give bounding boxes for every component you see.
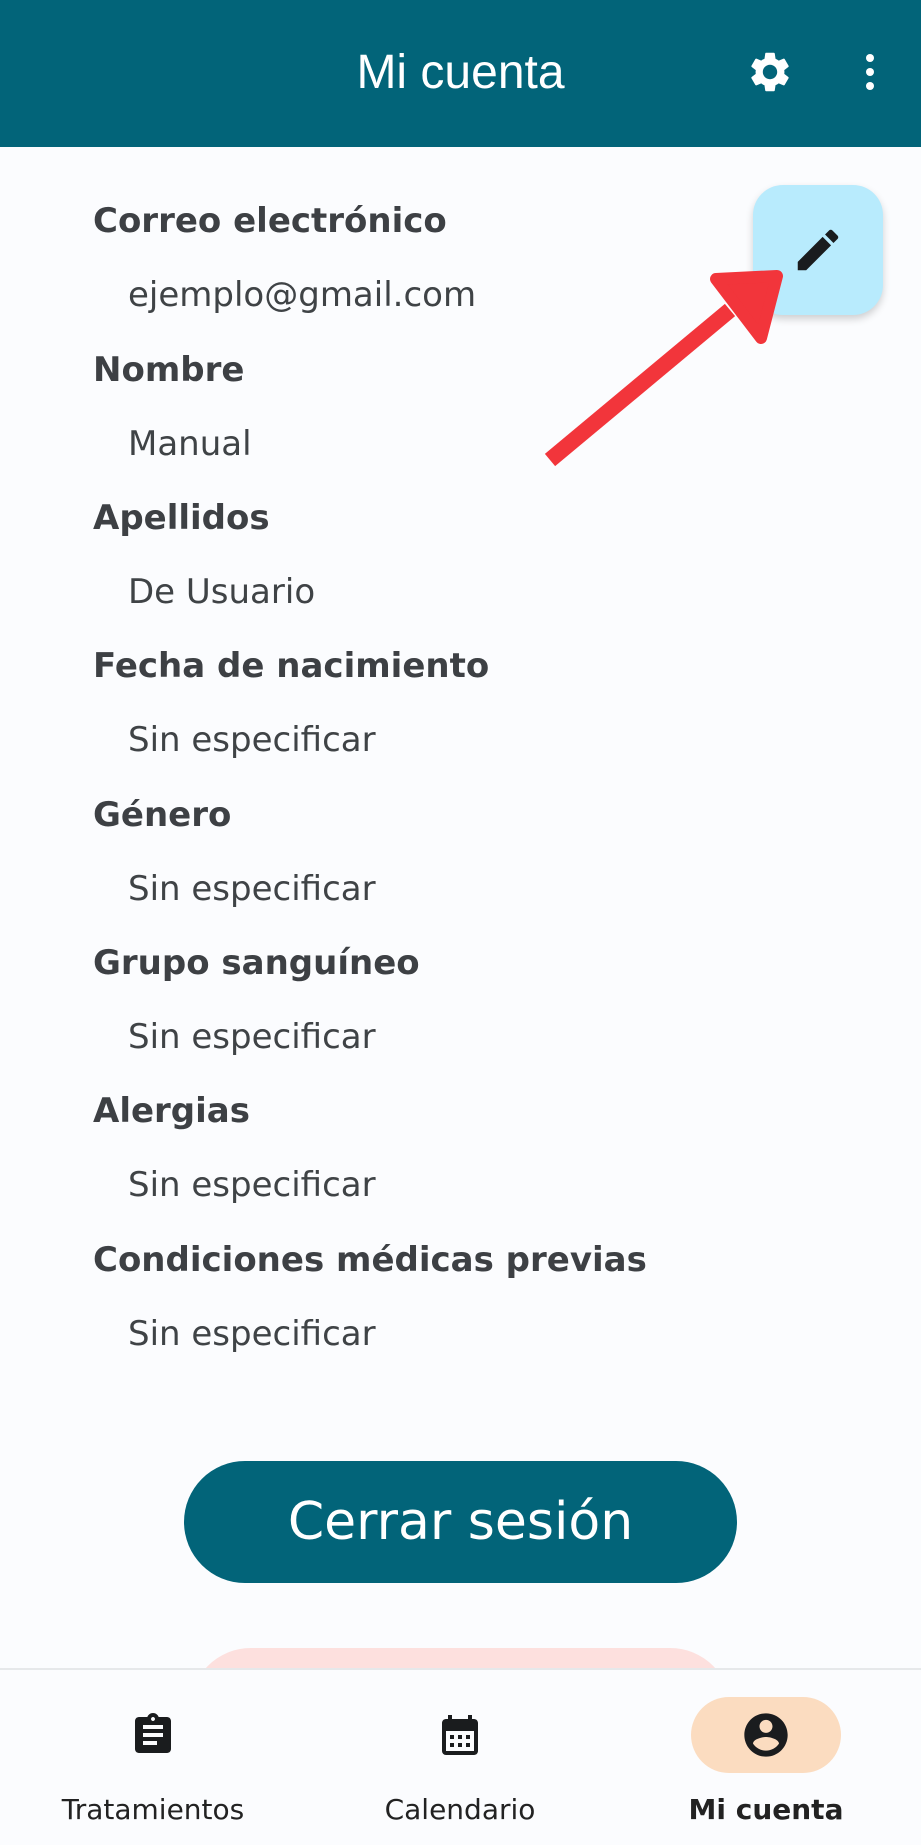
allergies-label: Alergias bbox=[93, 1091, 250, 1131]
surname-label: Apellidos bbox=[93, 498, 270, 538]
blood-type-value: Sin especificar bbox=[128, 1017, 376, 1057]
account-circle-icon bbox=[744, 1713, 788, 1757]
allergies-value: Sin especificar bbox=[128, 1165, 376, 1205]
more-options-button[interactable] bbox=[840, 42, 900, 102]
name-label: Nombre bbox=[93, 350, 245, 390]
calendar-icon bbox=[442, 1715, 478, 1755]
nav-label-account: Mi cuenta bbox=[688, 1793, 844, 1826]
birthdate-value: Sin especificar bbox=[128, 720, 376, 760]
pencil-icon bbox=[797, 229, 839, 271]
name-value: Manual bbox=[128, 424, 252, 464]
more-vert-icon bbox=[866, 54, 874, 90]
nav-item-account[interactable]: Mi cuenta bbox=[656, 1670, 876, 1845]
nav-item-calendar[interactable]: Calendario bbox=[350, 1670, 570, 1845]
surname-value: De Usuario bbox=[128, 572, 316, 612]
gender-value: Sin especificar bbox=[128, 869, 376, 909]
app-bar: Mi cuenta bbox=[0, 0, 921, 147]
nav-item-treatments[interactable]: Tratamientos bbox=[43, 1670, 263, 1845]
email-value: ejemplo@gmail.com bbox=[128, 275, 477, 315]
birthdate-label: Fecha de nacimiento bbox=[93, 646, 490, 686]
active-indicator bbox=[691, 1697, 841, 1773]
medical-conditions-value: Sin especificar bbox=[128, 1314, 376, 1354]
nav-label-treatments: Tratamientos bbox=[61, 1793, 245, 1826]
email-label: Correo electrónico bbox=[93, 201, 447, 241]
clipboard-icon bbox=[135, 1713, 171, 1753]
logout-button[interactable]: Cerrar sesión bbox=[184, 1461, 737, 1583]
blood-type-label: Grupo sanguíneo bbox=[93, 943, 420, 983]
gender-label: Género bbox=[93, 795, 232, 835]
bottom-navigation: Tratamientos Calendario Mi cuenta bbox=[0, 1668, 921, 1845]
gear-icon bbox=[751, 52, 789, 92]
medical-conditions-label: Condiciones médicas previas bbox=[93, 1240, 647, 1280]
edit-profile-button[interactable] bbox=[753, 185, 883, 315]
settings-button[interactable] bbox=[740, 42, 800, 102]
nav-label-calendar: Calendario bbox=[384, 1793, 536, 1826]
